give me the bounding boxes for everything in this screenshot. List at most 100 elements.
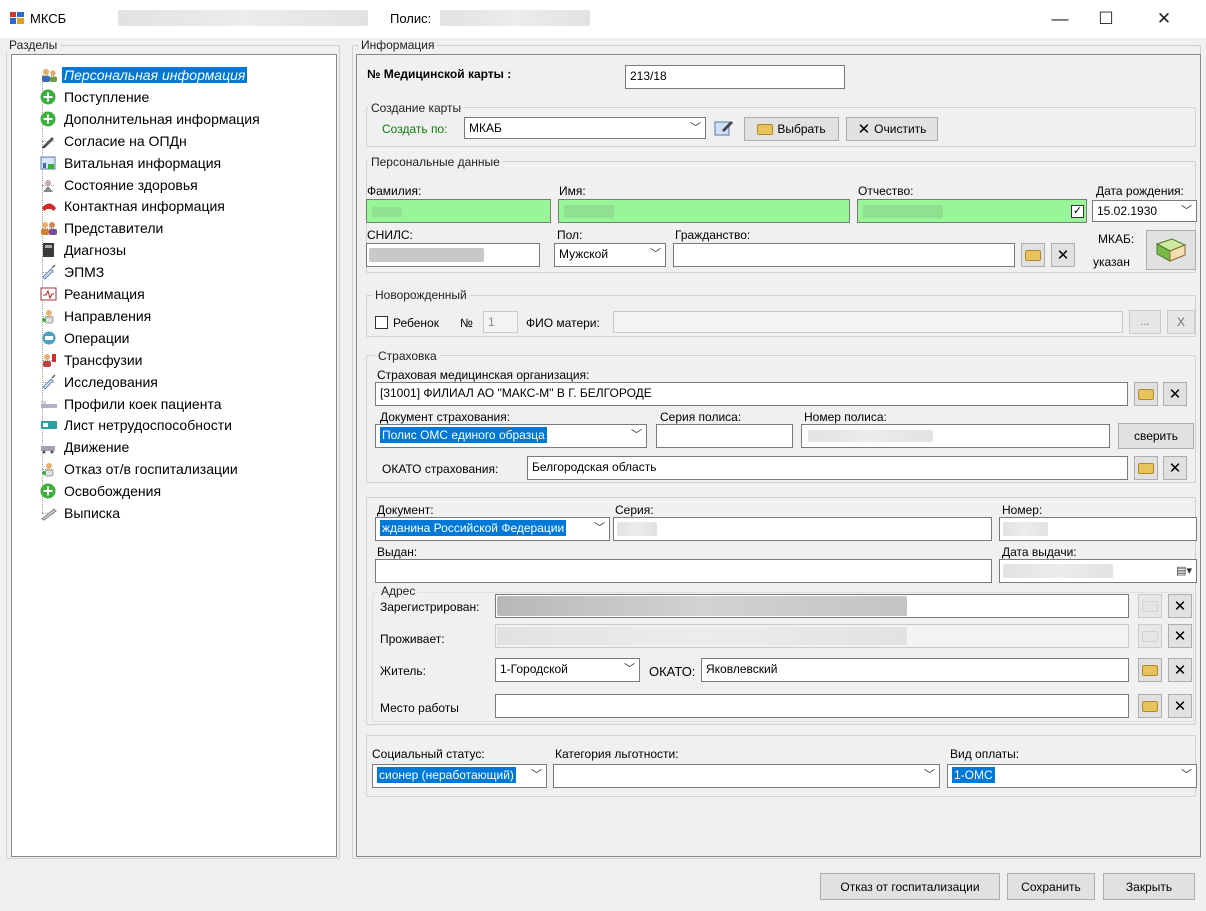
name-input[interactable] (558, 199, 850, 223)
sidebar-item[interactable]: Дополнительная информация (40, 109, 262, 129)
chevron-down-icon: ﹀ (1181, 205, 1192, 217)
issued-by-input[interactable] (375, 559, 992, 583)
snils-input[interactable] (366, 243, 540, 267)
close-button[interactable]: Закрыть (1103, 873, 1195, 900)
clear-button-label: Очистить (874, 122, 927, 136)
sections-tree: Персональная информация Поступление Дополн… (11, 54, 337, 857)
sidebar-item[interactable]: Направления (40, 306, 153, 326)
mkab-open-button[interactable] (1146, 230, 1196, 270)
insurance-org-clear-button[interactable]: ✕ (1163, 382, 1187, 406)
address-okato-input[interactable]: Яковлевский (701, 658, 1129, 682)
sidebar-item-label: Движение (64, 439, 130, 456)
surname-input[interactable] (366, 199, 551, 223)
resident-select[interactable]: 1-Городской ﹀ (495, 658, 640, 682)
sex-value: Мужской (559, 247, 609, 261)
sidebar-item[interactable]: Диагнозы (40, 240, 128, 260)
sidebar-item[interactable]: Трансфузии (40, 350, 145, 370)
card-number-input[interactable]: 213/18 (625, 65, 845, 89)
child-checkbox[interactable] (375, 316, 388, 329)
work-place-input[interactable] (495, 694, 1129, 718)
dob-picker[interactable]: 15.02.1930 ﹀ (1092, 200, 1197, 222)
child-label: Ребенок (393, 316, 439, 330)
insurance-org-browse-button[interactable] (1134, 382, 1158, 406)
minimize-button[interactable]: — (1040, 6, 1080, 32)
sidebar-item[interactable]: Освобождения (40, 481, 163, 501)
mkab-book-icon (1155, 238, 1187, 262)
insurance-org-input[interactable]: [31001] ФИЛИАЛ АО "МАКС-М" В Г. БЕЛГОРОД… (375, 382, 1128, 406)
sidebar-item[interactable]: Исследования (40, 372, 160, 392)
select-button-label: Выбрать (777, 122, 826, 136)
sidebar-item[interactable]: Отказ от/в госпитализации (40, 459, 240, 479)
social-status-select[interactable]: сионер (неработающий) ﹀ (372, 764, 547, 788)
edit-card-icon[interactable] (714, 118, 734, 138)
sidebar-item[interactable]: Профили коек пациента (40, 394, 224, 414)
registered-clear-button[interactable]: ✕ (1168, 594, 1192, 618)
policy-number-input[interactable] (801, 424, 1110, 448)
sidebar-item[interactable]: Представители (40, 218, 165, 238)
insurance-okato-input[interactable]: Белгородская область (527, 456, 1128, 480)
doctor-icon (40, 461, 58, 477)
sex-select[interactable]: Мужской ﹀ (554, 243, 666, 267)
benefit-category-select[interactable]: ﹀ (553, 764, 940, 788)
calendar-icon: ▤▾ (1176, 565, 1192, 577)
id-doc-value: жданина Российской Федерации (380, 520, 567, 536)
folder-icon (1142, 700, 1158, 712)
sidebar-item[interactable]: Состояние здоровья (40, 175, 200, 195)
clear-button[interactable]: ✕ Очистить (846, 117, 938, 141)
work-place-browse-button[interactable] (1138, 694, 1162, 718)
sidebar-item[interactable]: Выписка (40, 503, 122, 523)
sidebar-item[interactable]: Витальная информация (40, 153, 223, 173)
save-button[interactable]: Сохранить (1007, 873, 1095, 900)
folder-icon (1142, 664, 1158, 676)
registered-input[interactable] (495, 594, 1129, 618)
id-series-label: Серия: (615, 503, 654, 517)
id-doc-select[interactable]: жданина Российской Федерации ﹀ (375, 517, 610, 541)
sidebar-item[interactable]: Согласие на ОПДн (40, 131, 189, 151)
work-place-clear-button[interactable]: ✕ (1168, 694, 1192, 718)
citizenship-clear-button[interactable]: ✕ (1051, 243, 1075, 267)
sidebar-item[interactable]: Персональная информация (40, 65, 248, 85)
lives-label: Проживает: (380, 632, 445, 646)
sidebar-item[interactable]: Реанимация (40, 284, 147, 304)
close-window-button[interactable]: ✕ (1144, 6, 1184, 32)
folder-icon (757, 123, 774, 135)
address-okato-browse-button[interactable] (1138, 658, 1162, 682)
registered-redacted (497, 596, 907, 616)
sidebar-item[interactable]: Движение (40, 437, 131, 457)
patient-name-redacted (118, 10, 368, 26)
address-okato-clear-button[interactable]: ✕ (1168, 658, 1192, 682)
folder-icon (1142, 630, 1158, 642)
sidebar-item[interactable]: ЭПМЗ (40, 262, 106, 282)
sidebar-item-label: ЭПМЗ (64, 264, 105, 281)
sidebar-item[interactable]: Операции (40, 328, 132, 348)
select-button[interactable]: Выбрать (744, 117, 839, 141)
issue-date-label: Дата выдачи: (1002, 545, 1077, 559)
maximize-button[interactable]: ☐ (1086, 6, 1126, 32)
id-number-input[interactable] (999, 517, 1197, 541)
dob-checkbox[interactable]: ✓ (1071, 205, 1084, 218)
refuse-hospitalization-button[interactable]: Отказ от госпитализации (820, 873, 1000, 900)
sidebar-item[interactable]: Поступление (40, 87, 151, 107)
lives-input[interactable] (495, 624, 1129, 648)
payment-type-select[interactable]: 1-ОМС ﹀ (947, 764, 1197, 788)
syringe-icon (40, 374, 58, 390)
verify-button[interactable]: сверить (1118, 423, 1194, 449)
policy-value-redacted (440, 10, 590, 26)
sidebar-item[interactable]: Лист нетрудоспособности (40, 415, 234, 435)
citizenship-input[interactable] (673, 243, 1015, 267)
sidebar-item[interactable]: Контактная информация (40, 196, 227, 216)
insurance-okato-browse-button[interactable] (1134, 456, 1158, 480)
lives-clear-button[interactable]: ✕ (1168, 624, 1192, 648)
insurance-okato-clear-button[interactable]: ✕ (1163, 456, 1187, 480)
chevron-down-icon: ﹀ (690, 122, 701, 134)
book-icon (40, 242, 58, 258)
snils-label: СНИЛС: (367, 228, 413, 242)
sidebar-item-label: Персональная информация (62, 67, 248, 83)
policy-series-input[interactable] (656, 424, 793, 448)
patronymic-input[interactable] (857, 199, 1087, 223)
citizenship-browse-button[interactable] (1021, 243, 1045, 267)
issue-date-picker[interactable]: ▤▾ (999, 559, 1197, 583)
insurance-doc-select[interactable]: Полис ОМС единого образца ﹀ (375, 424, 647, 448)
id-series-input[interactable] (613, 517, 992, 541)
create-by-select[interactable]: МКАБ ﹀ (464, 117, 706, 139)
